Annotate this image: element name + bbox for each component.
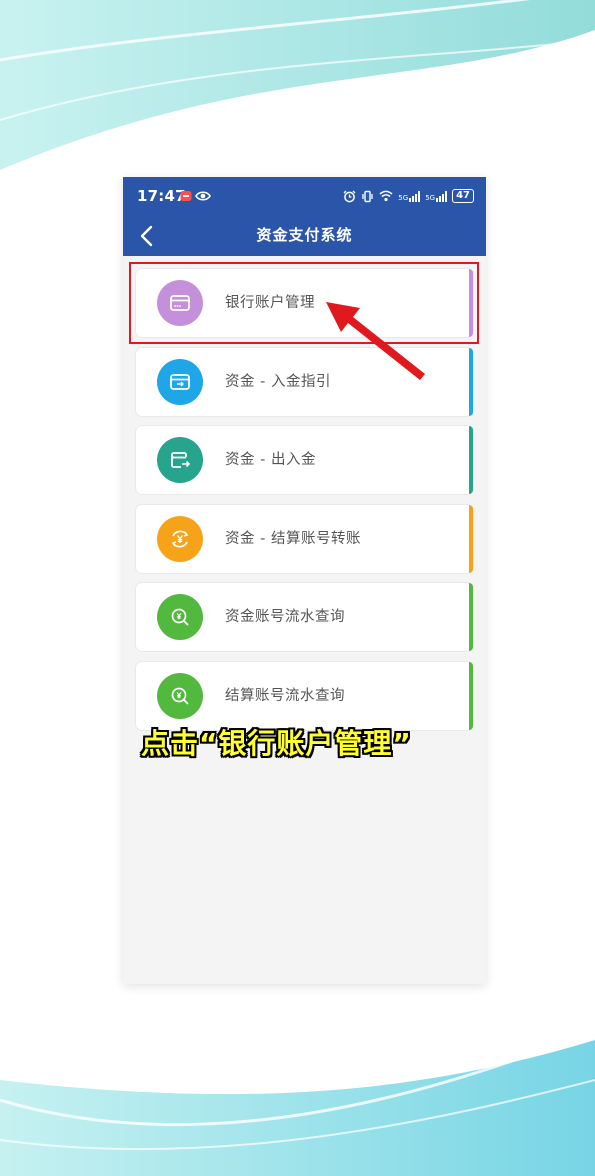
- pointer-arrow-icon: [326, 302, 425, 380]
- accent-stripe: [469, 661, 473, 730]
- icon-circle: [157, 672, 203, 719]
- menu-item-label: 结算账号流水查询: [225, 687, 345, 704]
- accent-stripe: [469, 347, 473, 416]
- eye-icon: [195, 191, 211, 201]
- menu-item-label: 资金 - 入金指引: [225, 373, 331, 390]
- status-right-icons: 5G 5G 47: [343, 189, 474, 203]
- signal-icon: [409, 190, 421, 202]
- signal-group-1: 5G: [398, 190, 421, 202]
- icon-circle: [157, 594, 203, 640]
- battery-icon: 47: [452, 189, 474, 203]
- card-guide-icon: [170, 373, 190, 390]
- menu-item-label: 资金账号流水查询: [225, 609, 345, 625]
- yuan-search-icon: [171, 608, 189, 626]
- accent-stripe: [469, 583, 473, 651]
- icon-circle: [157, 515, 203, 562]
- menu-item-settlement-transfer[interactable]: 资金 - 结算账号转账: [136, 504, 473, 573]
- network-type-label: 5G: [425, 193, 436, 202]
- yuan-search-icon: [171, 687, 189, 705]
- signal-group-2: 5G: [425, 190, 448, 202]
- yuan-exchange-icon: [171, 530, 189, 547]
- menu-item-fund-flow-query[interactable]: 资金账号流水查询: [136, 583, 473, 651]
- wallet-transfer-icon: [171, 452, 191, 468]
- notification-badge-icon: [180, 191, 192, 201]
- network-type-label: 5G: [398, 193, 409, 202]
- nav-bar: 资金支付系统: [123, 217, 486, 256]
- menu-item-deposit-withdraw[interactable]: 资金 - 出入金: [136, 426, 473, 494]
- accent-stripe: [469, 504, 473, 573]
- vibrate-icon: [362, 190, 373, 202]
- status-left-icons: [180, 190, 211, 202]
- icon-circle: [157, 358, 203, 405]
- icon-circle: [157, 437, 203, 483]
- menu-item-label: 资金 - 出入金: [225, 452, 316, 468]
- status-time: 17:47: [137, 187, 186, 205]
- page-title: 资金支付系统: [256, 226, 353, 244]
- signal-icon: [436, 190, 448, 202]
- alarm-icon: [343, 190, 356, 202]
- status-bar: 17:47 5G 5G 47: [123, 177, 486, 217]
- wifi-icon: [379, 190, 393, 202]
- accent-stripe: [469, 426, 473, 494]
- menu-item-settlement-flow-query[interactable]: 结算账号流水查询: [136, 661, 473, 730]
- menu-item-label: 资金 - 结算账号转账: [225, 530, 361, 547]
- tutorial-caption: 点击“银行账户管理”: [141, 727, 412, 760]
